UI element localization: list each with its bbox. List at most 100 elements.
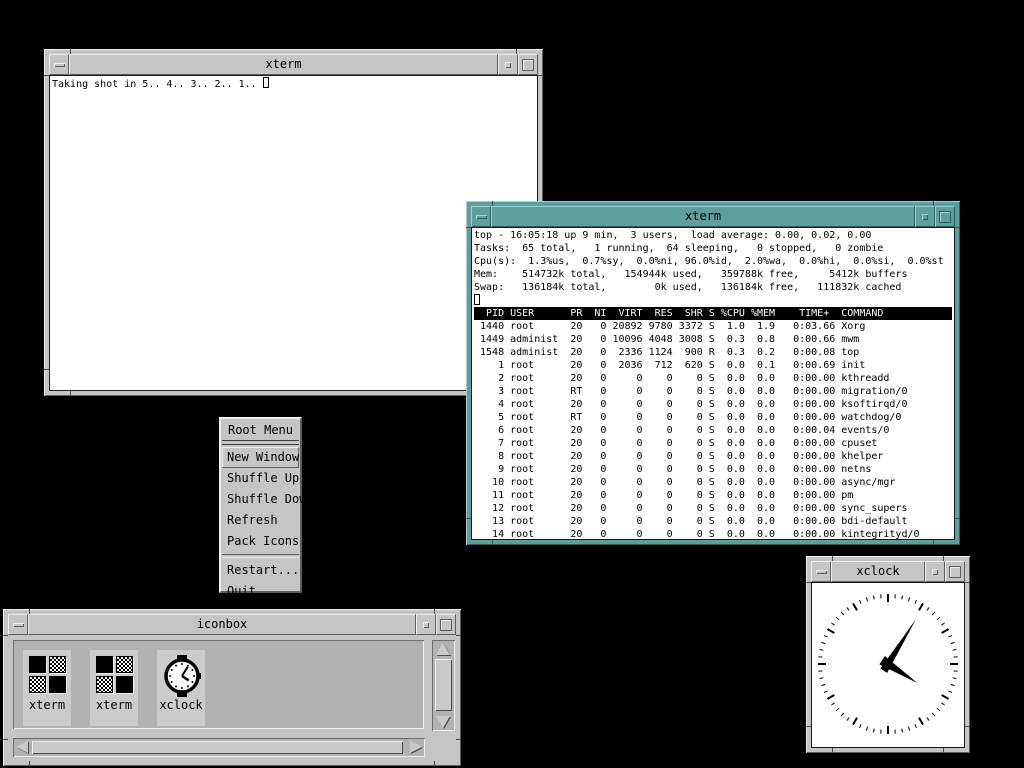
frame-resize-notch[interactable]	[806, 726, 811, 727]
xterm-top-window: xterm top - 16:05:18 up 9 min, 3 users, …	[466, 201, 960, 545]
process-table-row: 11 root 20 0 0 0 0 S 0.0 0.0 0:00.00 pm	[474, 489, 952, 502]
scroll-down-arrow-icon[interactable]	[436, 716, 450, 728]
frame-resize-notch[interactable]	[955, 227, 960, 228]
frame-resize-notch[interactable]	[943, 748, 944, 753]
minimize-icon	[505, 62, 511, 68]
menu-item-pack-icons[interactable]: Pack Icons	[222, 531, 299, 552]
horizontal-scrollbar[interactable]	[13, 738, 425, 757]
icon-label: xterm	[96, 698, 132, 712]
maximize-button[interactable]	[518, 54, 538, 75]
frame-resize-notch[interactable]	[70, 49, 71, 54]
frame-resize-notch[interactable]	[434, 609, 435, 614]
process-table-row: 1548 administ 20 0 2336 1124 900 R 0.3 0…	[474, 346, 952, 359]
process-table-row: 1449 administ 20 0 10096 4048 3008 S 0.3…	[474, 333, 952, 346]
minimize-button[interactable]	[416, 614, 436, 635]
iconified-window-xterm[interactable]: xterm	[90, 650, 138, 726]
window-title: iconbox	[28, 614, 416, 635]
menu-item-refresh[interactable]: Refresh	[222, 510, 299, 531]
frame-resize-notch[interactable]	[965, 726, 970, 727]
window-menu-icon	[816, 570, 827, 574]
frame-resize-notch[interactable]	[29, 761, 30, 766]
frame-resize-notch[interactable]	[943, 556, 944, 561]
frame-resize-notch[interactable]	[538, 75, 543, 76]
titlebar[interactable]: xclock	[811, 561, 965, 582]
window-menu-button[interactable]	[811, 561, 831, 582]
clock-face	[811, 582, 965, 748]
frame-resize-notch[interactable]	[456, 635, 461, 636]
maximize-icon	[949, 566, 961, 578]
icon-label: xterm	[29, 698, 65, 712]
maximize-button[interactable]	[436, 614, 456, 635]
text-cursor	[263, 77, 269, 88]
menu-item-restart[interactable]: Restart...	[222, 560, 299, 581]
scroll-left-arrow-icon[interactable]	[16, 741, 28, 753]
xterm-icon	[95, 655, 133, 695]
process-table-row: 7 root 20 0 0 0 0 S 0.0 0.0 0:00.00 cpus…	[474, 437, 952, 450]
minimize-icon	[932, 569, 938, 575]
top-terminal-content[interactable]: top - 16:05:18 up 9 min, 3 users, load a…	[471, 227, 955, 540]
menu-item-shuffle-down[interactable]: Shuffle Down	[222, 489, 299, 510]
horizontal-scroll-thumb[interactable]	[32, 741, 403, 754]
frame-resize-notch[interactable]	[44, 75, 49, 76]
process-table-row: 1440 root 20 0 20892 9780 3372 S 1.0 1.9…	[474, 320, 952, 333]
titlebar[interactable]: xterm	[471, 206, 955, 227]
terminal-line: Swap: 136184k total, 0k used, 136184k fr…	[474, 281, 952, 294]
frame-resize-notch[interactable]	[456, 739, 461, 740]
process-table-header: PID USER PR NI VIRT RES SHR S %CPU %MEM …	[474, 307, 952, 320]
icon-panel: xterm xterm xclock	[13, 640, 424, 729]
vertical-scroll-thumb[interactable]	[435, 659, 452, 711]
frame-resize-notch[interactable]	[3, 635, 8, 636]
frame-resize-notch[interactable]	[933, 540, 934, 545]
process-table-row: 4 root 20 0 0 0 0 S 0.0 0.0 0:00.00 ksof…	[474, 398, 952, 411]
frame-resize-notch[interactable]	[492, 540, 493, 545]
minimize-button[interactable]	[915, 206, 935, 227]
root-menu-title: Root Menu	[222, 420, 299, 440]
titlebar[interactable]: iconbox	[8, 614, 456, 635]
frame-resize-notch[interactable]	[70, 391, 71, 396]
iconified-window-xterm[interactable]: xterm	[23, 650, 71, 726]
maximize-icon	[939, 211, 951, 223]
terminal-line: Taking shot in 5.. 4.. 3.. 2.. 1..	[52, 79, 263, 90]
iconbox-window: iconbox xterm xterm xclock	[3, 609, 461, 766]
scroll-right-arrow-icon[interactable]	[410, 741, 422, 753]
maximize-icon	[522, 59, 534, 71]
desktop: { "theme": { "desktop_bg": "#000000", "i…	[0, 0, 1024, 768]
frame-resize-notch[interactable]	[492, 201, 493, 206]
frame-resize-notch[interactable]	[3, 739, 8, 740]
window-menu-button[interactable]	[8, 614, 28, 635]
scroll-up-arrow-icon[interactable]	[436, 643, 450, 655]
frame-resize-notch[interactable]	[29, 609, 30, 614]
frame-resize-notch[interactable]	[832, 556, 833, 561]
frame-resize-notch[interactable]	[516, 49, 517, 54]
terminal-line: Cpu(s): 1.3%us, 0.7%sy, 0.0%ni, 96.0%id,…	[474, 255, 952, 268]
process-table-row: 10 root 20 0 0 0 0 S 0.0 0.0 0:00.00 asy…	[474, 476, 952, 489]
frame-resize-notch[interactable]	[466, 518, 471, 519]
window-menu-button[interactable]	[49, 54, 69, 75]
frame-resize-notch[interactable]	[955, 518, 960, 519]
frame-resize-notch[interactable]	[933, 201, 934, 206]
maximize-button[interactable]	[945, 561, 965, 582]
terminal-line: top - 16:05:18 up 9 min, 3 users, load a…	[474, 229, 952, 242]
terminal-line: Tasks: 65 total, 1 running, 64 sleeping,…	[474, 242, 952, 255]
iconified-window-xclock[interactable]: xclock	[157, 650, 205, 726]
frame-resize-notch[interactable]	[965, 582, 970, 583]
minimize-button[interactable]	[925, 561, 945, 582]
process-table-row: 13 root 20 0 0 0 0 S 0.0 0.0 0:00.00 bdi…	[474, 515, 952, 528]
menu-item-shuffle-up[interactable]: Shuffle Up	[222, 468, 299, 489]
menu-item-quit[interactable]: Quit...	[222, 581, 299, 602]
maximize-button[interactable]	[935, 206, 955, 227]
window-menu-button[interactable]	[471, 206, 491, 227]
frame-resize-notch[interactable]	[44, 369, 49, 370]
window-title: xterm	[69, 54, 498, 75]
process-table-row: 9 root 20 0 0 0 0 S 0.0 0.0 0:00.00 netn…	[474, 463, 952, 476]
titlebar[interactable]: xterm	[49, 54, 538, 75]
minimize-button[interactable]	[498, 54, 518, 75]
frame-resize-notch[interactable]	[832, 748, 833, 753]
terminal-content[interactable]: Taking shot in 5.. 4.. 3.. 2.. 1..	[49, 75, 538, 391]
menu-item-new-window[interactable]: New Window	[222, 447, 299, 468]
frame-resize-notch[interactable]	[434, 761, 435, 766]
text-cursor	[474, 294, 480, 305]
frame-resize-notch[interactable]	[806, 582, 811, 583]
frame-resize-notch[interactable]	[466, 227, 471, 228]
vertical-scrollbar[interactable]	[432, 640, 455, 731]
